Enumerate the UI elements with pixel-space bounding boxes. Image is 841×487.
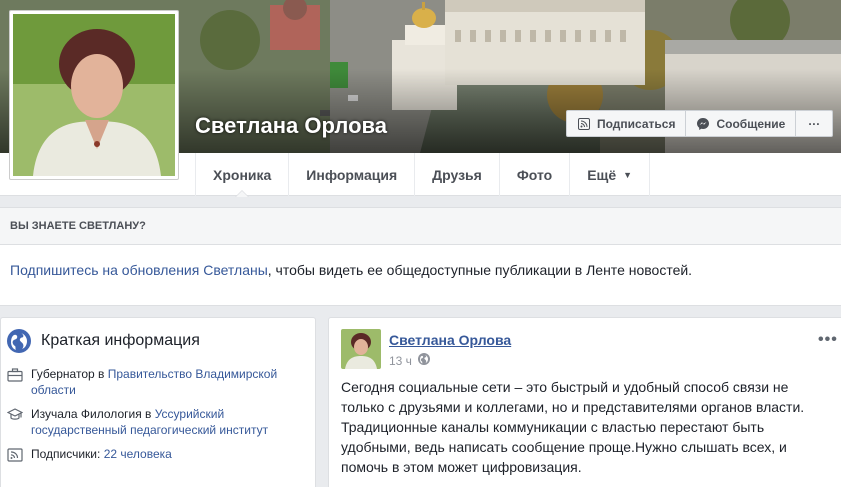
chevron-down-icon: ▼ [623,169,633,180]
more-dots-icon: ··· [808,116,821,131]
post-text: Сегодня социальные сети – это быстрый и … [341,379,805,475]
do-you-know-header: ВЫ ЗНАЕТЕ СВЕТЛАНУ? [0,208,841,245]
tab-photos[interactable]: Фото [498,153,569,196]
globe-icon [7,329,31,353]
intro-row-education: Изучала Филология в Уссурийский государс… [6,406,315,438]
privacy-globe-icon[interactable] [417,353,430,368]
post-meta: 13 ч [389,353,430,368]
tab-photos-label: Фото [516,166,553,183]
cover-actions: Подписаться Сообщение ··· [566,110,834,137]
subscribe-button[interactable]: Подписаться [567,111,687,136]
tab-about[interactable]: Информация [288,153,414,196]
tab-more-label: Ещё [587,166,617,183]
briefcase-icon [7,367,23,383]
intro-row-work: Губернатор в Правительство Владимирской … [7,366,315,398]
tab-more[interactable]: Ещё ▼ [569,153,651,196]
profile-photo [13,14,175,176]
active-tab-caret [235,190,250,197]
message-button[interactable]: Сообщение [686,111,797,136]
tab-friends-label: Друзья [432,166,482,183]
tab-about-label: Информация [306,166,398,183]
messenger-icon [696,117,710,131]
followers-prefix: Подписчики: [31,447,104,461]
post-card: Светлана Орлова 13 ч ••• Сегодня социаль… [328,317,841,487]
followers-link[interactable]: 22 человека [104,447,172,461]
more-button[interactable]: ··· [796,111,832,136]
tab-timeline-label: Хроника [213,166,272,183]
profile-name: Светлана Орлова [195,113,387,138]
intro-title: Краткая информация [41,332,200,349]
rss-icon [7,447,23,463]
message-label: Сообщение [716,116,786,131]
do-you-know-box: ВЫ ЗНАЕТЕ СВЕТЛАНУ? Подпишитесь на обнов… [0,207,841,306]
avatar-image [341,329,381,369]
post-author-link[interactable]: Светлана Орлова [389,332,511,348]
subscribe-label: Подписаться [597,116,676,131]
avatar[interactable] [341,329,381,369]
intro-row-followers: Подписчики: 22 человека [7,446,315,463]
do-you-know-text: Подпишитесь на обновления Светланы, чтоб… [0,245,841,278]
profile-tabs: Хроника Информация Друзья Фото Ещё ▼ [195,153,651,197]
post-options-button[interactable]: ••• [818,331,838,349]
graduation-cap-icon [6,407,24,423]
intro-card: Краткая информация Губернатор в Правител… [0,317,316,487]
post-timestamp[interactable]: 13 ч [389,354,412,368]
profile-picture[interactable] [9,10,179,180]
tab-friends[interactable]: Друзья [414,153,499,196]
intro-list: Губернатор в Правительство Владимирской … [1,353,315,463]
do-you-know-rest: , чтобы видеть ее общедоступные публикац… [267,262,693,278]
education-prefix: Изучала Филология в [31,407,155,421]
work-prefix: Губернатор в [31,367,108,381]
subscribe-link[interactable]: Подпишитесь на обновления Светланы [10,262,268,278]
intro-header: Краткая информация [1,318,315,353]
tab-timeline[interactable]: Хроника [195,153,288,197]
rss-icon [577,117,591,131]
